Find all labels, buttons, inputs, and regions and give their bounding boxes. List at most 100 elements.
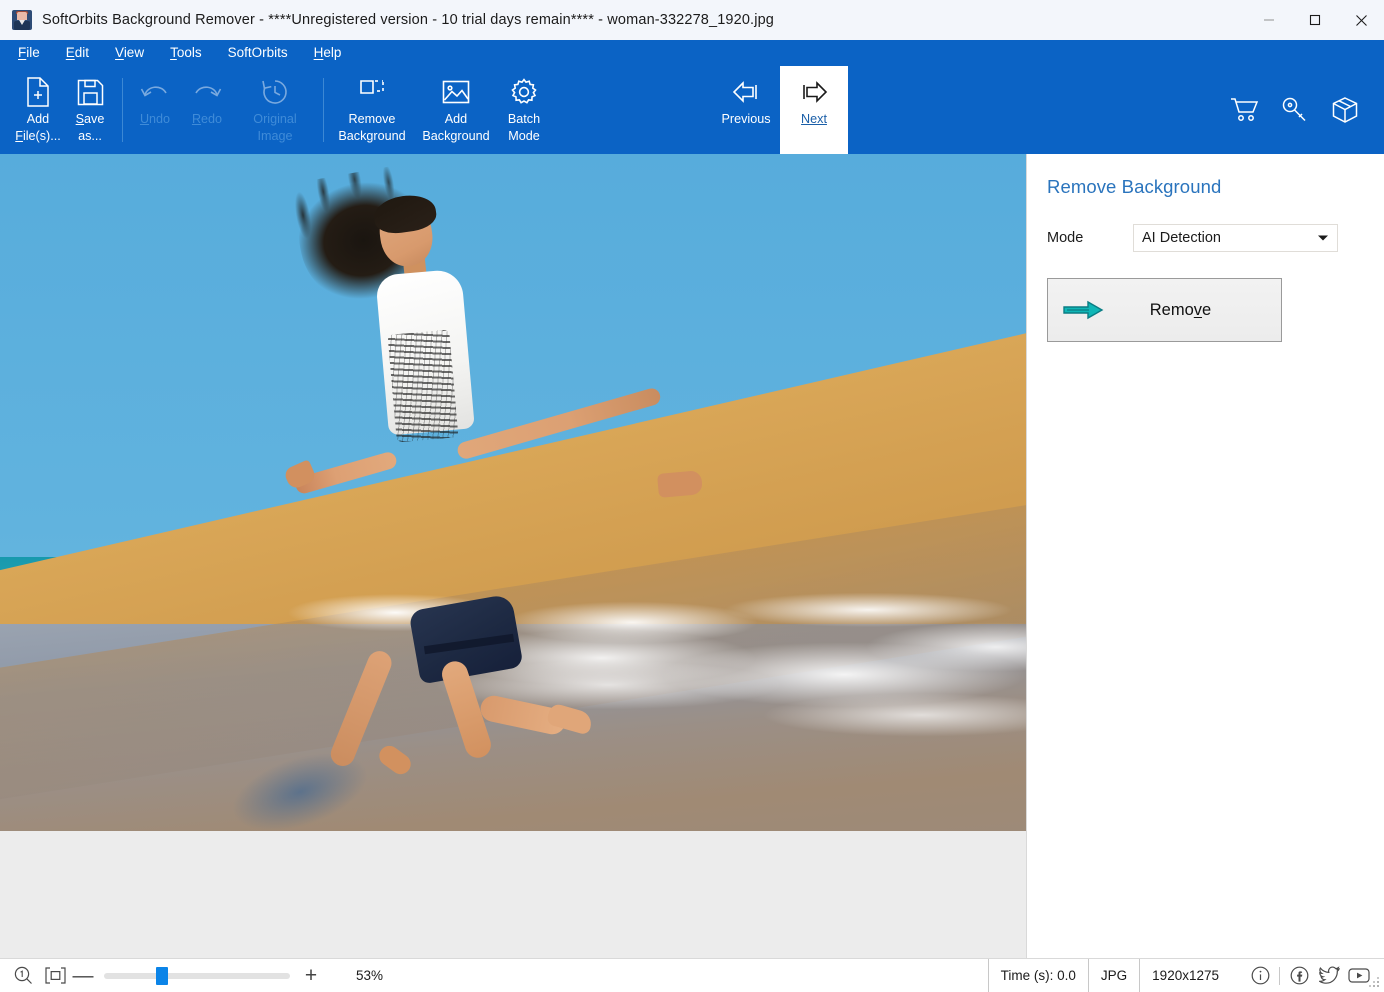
previous-button[interactable]: Previous (712, 66, 780, 154)
toolbar-right-icons (1228, 66, 1362, 154)
format-label: JPG (1087, 959, 1139, 992)
menu-label-edit: dit (74, 45, 90, 61)
close-button[interactable] (1338, 0, 1384, 40)
menu-item-help[interactable]: Help (314, 46, 342, 60)
history-icon (261, 74, 289, 110)
panel-title: Remove Background (1047, 176, 1222, 197)
picture-icon (442, 74, 470, 110)
batch-mode-label-1: Batch (507, 112, 541, 126)
undo-icon (140, 74, 170, 110)
menu-accel-file: F (18, 45, 27, 61)
app-icon (12, 10, 32, 30)
toolbar-group-file: Add File(s)... Save as... (0, 66, 116, 154)
zoom-out-button[interactable]: — (68, 965, 98, 986)
original-image-label-2: Image (257, 128, 293, 143)
batch-mode-label-2: Mode (508, 128, 540, 143)
menu-item-edit[interactable]: Edit (66, 46, 89, 60)
remove-button[interactable]: Remove (1047, 278, 1282, 342)
add-files-button[interactable]: Add File(s)... (12, 66, 64, 154)
save-as-button[interactable]: Save as... (64, 66, 116, 154)
minimize-button[interactable] (1246, 0, 1292, 40)
add-files-label-2: File(s)... (15, 128, 61, 143)
toolbar-navigation: Previous Next (712, 66, 848, 154)
menu-item-tools[interactable]: Tools (170, 46, 202, 60)
main-body: Remove Background Mode AI Detection Remo… (0, 154, 1384, 958)
time-label: Time (s): 0.0 (987, 959, 1088, 992)
remove-background-button[interactable]: Remove Background (330, 66, 414, 154)
remove-arrow-icon (1062, 299, 1106, 321)
key-icon[interactable] (1278, 93, 1312, 127)
zoom-in-button[interactable]: + (296, 965, 326, 986)
add-background-label-1: Add (444, 112, 468, 126)
youtube-icon[interactable] (1348, 965, 1370, 987)
menu-item-view[interactable]: View (115, 46, 144, 60)
next-label: Next (801, 112, 827, 127)
remove-label-tail: e (1202, 300, 1212, 319)
add-files-label-1: Add (26, 112, 50, 126)
subject-tank-print (387, 329, 459, 443)
save-icon (77, 74, 104, 110)
previous-arrow-icon (730, 74, 762, 110)
subject-right-hand (657, 470, 703, 498)
toolbar-separator-1 (122, 78, 123, 142)
add-background-label-2: Background (422, 128, 490, 143)
photo-preview[interactable] (0, 154, 1026, 831)
zoom-slider-thumb[interactable] (156, 966, 169, 985)
subject-left-foot (375, 741, 415, 779)
info-icon[interactable] (1249, 965, 1271, 987)
undo-button[interactable]: Undo (129, 66, 181, 154)
remove-background-label-2: Background (338, 128, 406, 143)
next-label-text: Next (801, 112, 827, 126)
toolbar-group-history: Undo Redo Original Image (129, 66, 317, 154)
toolbar-separator-2 (323, 78, 324, 142)
gear-icon (510, 74, 538, 110)
redo-button[interactable]: Redo (181, 66, 233, 154)
original-image-button[interactable]: Original Image (233, 66, 317, 154)
remove-background-label-1: Remove (348, 112, 396, 126)
image-canvas[interactable] (0, 154, 1026, 958)
menu-label-file: ile (26, 45, 40, 61)
next-arrow-icon (798, 74, 830, 110)
status-bar-right: Time (s): 0.0 JPG 1920x1275 (987, 959, 1384, 992)
menu-label-tools: ools (176, 45, 202, 61)
menu-item-file[interactable]: File (18, 46, 40, 60)
mode-selected-value: AI Detection (1142, 230, 1221, 246)
batch-mode-button[interactable]: Batch Mode (498, 66, 550, 154)
add-background-button[interactable]: Add Background (414, 66, 498, 154)
facebook-icon[interactable] (1288, 965, 1310, 987)
shopping-cart-icon[interactable] (1228, 93, 1262, 127)
toolbar: Add File(s)... Save as... Undo Redo Orig… (0, 66, 1384, 154)
package-box-icon[interactable] (1328, 93, 1362, 127)
add-file-icon (25, 74, 51, 110)
remove-label-head: Remo (1149, 300, 1194, 319)
status-bar: — + 53% Time (s): 0.0 JPG 1920x1275 (0, 958, 1384, 992)
menu-accel-edit: E (65, 45, 75, 61)
toolbar-group-actions: Remove Background Add Background Batch M… (330, 66, 550, 154)
original-image-label-1: Original (253, 112, 297, 126)
menu-item-softorbits[interactable]: SoftOrbits (228, 46, 288, 60)
twitter-icon[interactable] (1318, 965, 1340, 987)
zoom-percent-label: 53% (356, 968, 384, 983)
menu-accel-tools: T (170, 45, 177, 61)
zoom-actual-size-icon[interactable] (10, 966, 36, 985)
mode-select[interactable]: AI Detection (1133, 224, 1338, 252)
fit-to-window-icon[interactable] (42, 967, 68, 984)
maximize-button[interactable] (1292, 0, 1338, 40)
remove-label-accel: v (1193, 300, 1203, 319)
remove-button-label: Remove (1106, 301, 1281, 320)
zoom-slider[interactable] (104, 966, 290, 985)
menu-bar: File Edit View Tools SoftOrbits Help (0, 40, 1384, 66)
resize-grip[interactable] (1369, 977, 1381, 989)
undo-label: Undo (139, 112, 171, 126)
menu-accel-view: V (115, 45, 124, 61)
chevron-down-icon (1318, 235, 1328, 241)
status-social-divider (1279, 966, 1280, 985)
add-files-label-2-tail: ile(s)... (22, 128, 61, 143)
menu-label-help: elp (323, 45, 342, 61)
title-bar: SoftOrbits Background Remover - ****Unre… (0, 0, 1384, 40)
photo-subject-woman (0, 154, 1026, 831)
next-button[interactable]: Next (780, 66, 848, 154)
redo-label: Redo (191, 112, 223, 126)
save-as-label-1: Save (75, 112, 105, 126)
remove-bg-icon (358, 74, 386, 110)
